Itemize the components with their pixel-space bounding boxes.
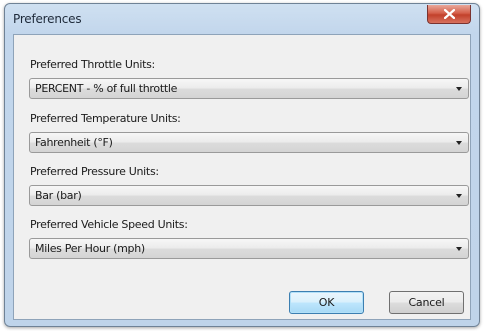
cancel-button[interactable]: Cancel (389, 291, 464, 314)
preferences-dialog: Preferences Preferred Throttle Units: PE… (4, 3, 480, 327)
pressure-units-value: Bar (bar) (35, 189, 82, 202)
throttle-units-value: PERCENT - % of full throttle (35, 82, 178, 95)
throttle-units-dropdown[interactable]: PERCENT - % of full throttle (29, 78, 469, 99)
title-bar[interactable]: Preferences (5, 4, 479, 34)
pressure-units-dropdown[interactable]: Bar (bar) (29, 185, 469, 206)
vehicle-speed-units-value: Miles Per Hour (mph) (35, 242, 145, 255)
dialog-body: Preferred Throttle Units: PERCENT - % of… (13, 34, 471, 320)
ok-button[interactable]: OK (289, 291, 364, 314)
throttle-units-label: Preferred Throttle Units: (30, 58, 155, 71)
chevron-down-icon (456, 87, 462, 91)
vehicle-speed-units-label: Preferred Vehicle Speed Units: (30, 218, 188, 231)
chevron-down-icon (456, 194, 462, 198)
temperature-units-dropdown[interactable]: Fahrenheit (°F) (29, 132, 469, 153)
close-button[interactable] (427, 5, 471, 24)
vehicle-speed-units-dropdown[interactable]: Miles Per Hour (mph) (29, 238, 469, 259)
temperature-units-label: Preferred Temperature Units: (30, 112, 181, 125)
temperature-units-value: Fahrenheit (°F) (35, 136, 113, 149)
pressure-units-label: Preferred Pressure Units: (30, 165, 159, 178)
chevron-down-icon (456, 247, 462, 251)
close-icon (444, 9, 455, 19)
dialog-title: Preferences (13, 12, 82, 26)
chevron-down-icon (456, 141, 462, 145)
